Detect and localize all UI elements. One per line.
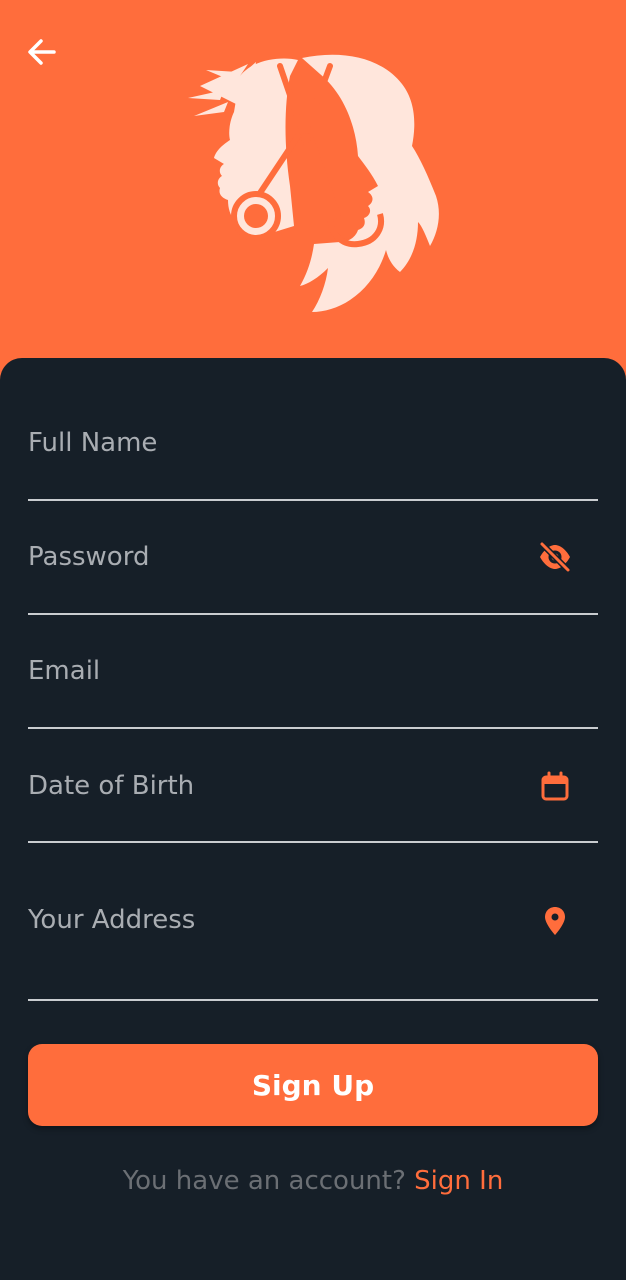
date-of-birth-field[interactable] — [28, 757, 598, 843]
address-field[interactable] — [28, 871, 598, 1001]
location-button[interactable] — [538, 904, 572, 938]
password-field[interactable] — [28, 529, 598, 615]
email-input[interactable] — [28, 653, 518, 689]
password-input[interactable] — [28, 539, 518, 575]
full-name-input[interactable] — [28, 425, 518, 461]
sign-up-button[interactable]: Sign Up — [28, 1044, 598, 1126]
sign-in-prompt: You have an account? Sign In — [0, 1166, 626, 1196]
barber-scissors-logo-icon — [188, 54, 439, 312]
password-visibility-toggle[interactable] — [538, 540, 572, 574]
sign-in-link[interactable]: Sign In — [414, 1166, 503, 1196]
date-of-birth-input[interactable] — [28, 768, 518, 804]
eye-off-icon — [539, 541, 571, 573]
location-pin-icon — [545, 907, 565, 935]
email-field[interactable] — [28, 643, 598, 729]
account-prompt-text: You have an account? — [122, 1166, 415, 1196]
calendar-icon — [541, 771, 569, 801]
date-picker-button[interactable] — [538, 770, 572, 804]
full-name-field[interactable] — [28, 415, 598, 501]
header-banner — [0, 0, 626, 420]
arrow-left-icon — [28, 39, 56, 65]
address-input[interactable] — [28, 902, 518, 938]
back-button[interactable] — [22, 32, 62, 72]
